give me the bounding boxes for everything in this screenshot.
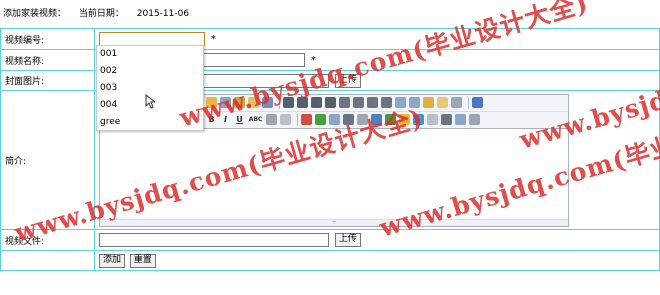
highlight-icon[interactable] [315, 114, 326, 125]
paste-word-icon[interactable] [262, 97, 273, 108]
page-header: 添加家装视频： 当前日期： 2015-11-06 [3, 8, 199, 20]
align-center-icon[interactable] [297, 97, 308, 108]
image-icon[interactable] [329, 114, 340, 125]
unordered-list-icon[interactable] [353, 97, 364, 108]
align-left-icon[interactable] [283, 97, 294, 108]
new-doc-icon[interactable] [206, 97, 217, 108]
cut-icon[interactable] [220, 97, 231, 108]
paste-icon[interactable] [234, 97, 245, 108]
video-name-label: 视频名称: [0, 49, 95, 71]
emoticon-icon[interactable] [399, 114, 410, 125]
outdent-icon[interactable] [381, 97, 392, 108]
page-break-icon[interactable] [427, 114, 438, 125]
video-file-cell: 上传 [94, 229, 660, 251]
resize-handle-icon[interactable]: ÷ [100, 218, 568, 226]
cover-image-label: 封面图片: [0, 70, 95, 91]
select-all-icon[interactable] [437, 97, 448, 108]
required-mark: * [210, 33, 216, 45]
editor-content-area[interactable] [100, 129, 568, 219]
indent-icon[interactable] [367, 97, 378, 108]
preview-icon[interactable] [451, 97, 462, 108]
intro-label: 简介: [0, 90, 95, 230]
eraser-icon[interactable] [280, 114, 291, 125]
toolbar-separator [468, 96, 469, 109]
form-row-video-file: 视频文件: 上传 [0, 229, 660, 251]
toolbar-separator [279, 96, 280, 109]
ordered-list-icon[interactable] [339, 97, 350, 108]
italic-icon[interactable]: I [220, 114, 231, 125]
video-file-label: 视频文件: [0, 229, 95, 251]
unlink-icon[interactable] [469, 114, 480, 125]
insert-table-icon[interactable] [371, 114, 382, 125]
align-right-icon[interactable] [311, 97, 322, 108]
paste-text-icon[interactable] [248, 97, 259, 108]
video-no-input[interactable] [99, 32, 205, 46]
toolbar-separator [297, 113, 298, 126]
form-row-actions: 添加 重置 [0, 250, 660, 271]
reset-button[interactable]: 重置 [129, 253, 156, 268]
table-icon[interactable] [266, 114, 277, 125]
video-no-label: 视频编号: [0, 28, 95, 50]
align-justify-icon[interactable] [325, 97, 336, 108]
autocomplete-option[interactable]: 002 [97, 63, 203, 80]
anchor-icon[interactable] [441, 114, 452, 125]
autocomplete-option[interactable]: 001 [97, 46, 203, 63]
bold-icon[interactable]: B [206, 114, 217, 125]
page-title: 添加家装视频： [3, 9, 67, 19]
cover-upload-button[interactable]: 上传 [334, 73, 361, 88]
empty-label [0, 250, 95, 271]
video-upload-button[interactable]: 上传 [334, 233, 361, 247]
media-icon[interactable] [357, 114, 368, 125]
flash-icon[interactable] [343, 114, 354, 125]
subscript-icon[interactable] [395, 97, 406, 108]
strikethrough-icon[interactable]: ABC [248, 114, 263, 125]
autocomplete-dropdown: 001 002 003 004 gree [96, 45, 204, 131]
help-icon[interactable] [472, 97, 483, 108]
font-color-icon[interactable] [301, 114, 312, 125]
autocomplete-option[interactable]: gree [97, 114, 203, 131]
underline-icon[interactable]: U [234, 114, 245, 125]
required-mark: * [310, 54, 316, 66]
video-file-input[interactable] [99, 233, 329, 247]
hr-icon[interactable] [385, 114, 396, 125]
map-icon[interactable] [413, 114, 424, 125]
add-button[interactable]: 添加 [99, 253, 126, 268]
link-icon[interactable] [455, 114, 466, 125]
actions-cell: 添加 重置 [94, 250, 660, 271]
mouse-pointer-icon [145, 94, 155, 109]
date-value: 2015-11-06 [136, 9, 190, 19]
date-label: 当前日期： [78, 9, 124, 19]
superscript-icon[interactable] [409, 97, 420, 108]
clear-format-icon[interactable] [423, 97, 434, 108]
